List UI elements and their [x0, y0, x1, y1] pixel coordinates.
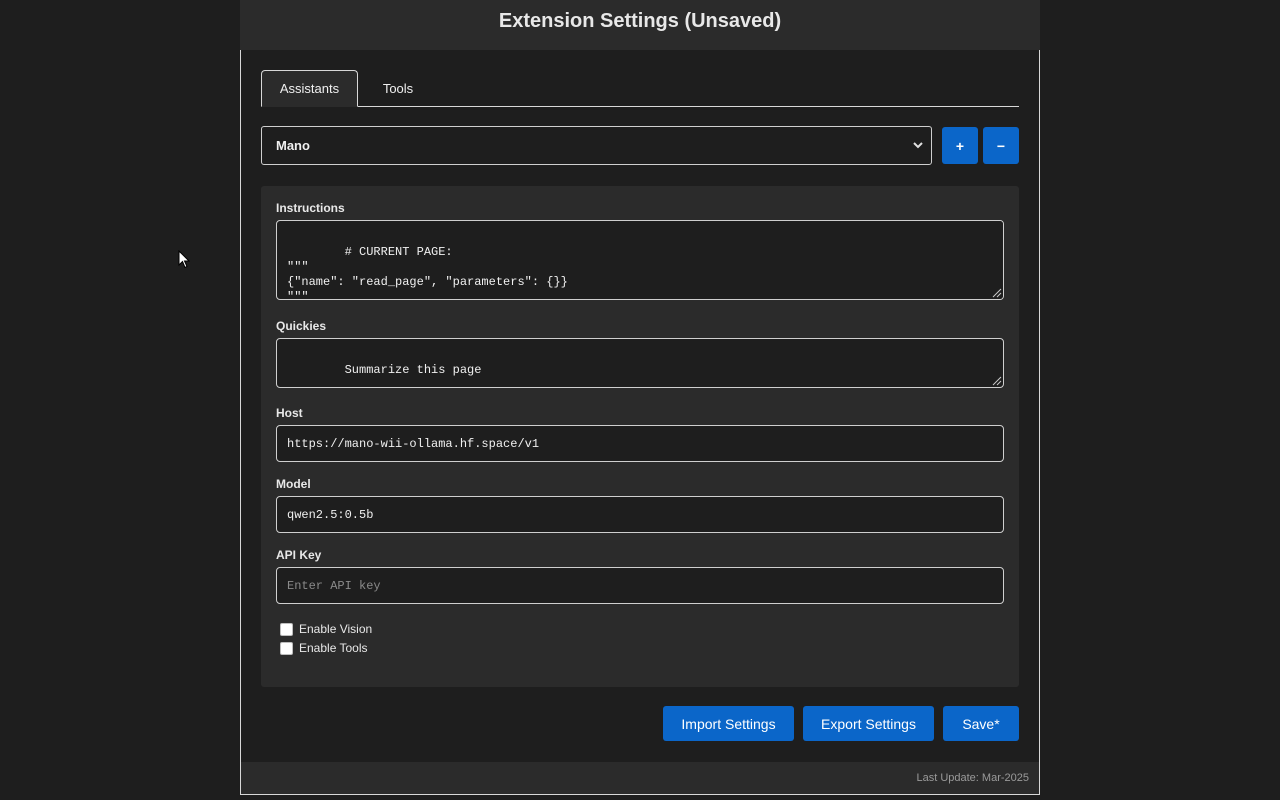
- host-label: Host: [276, 406, 303, 420]
- model-input[interactable]: qwen2.5:0.5b: [276, 496, 1004, 533]
- import-settings-button[interactable]: Import Settings: [663, 706, 794, 741]
- enable-vision-row[interactable]: Enable Vision: [280, 622, 372, 636]
- add-assistant-button[interactable]: +: [942, 127, 978, 164]
- footer: Last Update: Mar-2025: [241, 762, 1039, 794]
- assistant-select[interactable]: Mano: [261, 126, 932, 165]
- tab-assistants[interactable]: Assistants: [261, 70, 358, 107]
- settings-panel: Extension Settings (Unsaved) Assistants …: [240, 0, 1040, 795]
- model-value: qwen2.5:0.5b: [287, 507, 374, 522]
- assistant-select-value: Mano: [276, 138, 310, 153]
- enable-tools-label: Enable Tools: [299, 641, 368, 655]
- settings-header: Extension Settings (Unsaved): [240, 0, 1040, 51]
- api-key-placeholder: Enter API key: [287, 578, 381, 593]
- export-settings-button[interactable]: Export Settings: [803, 706, 934, 741]
- chevron-down-icon: [913, 142, 923, 149]
- quickies-label: Quickies: [276, 319, 327, 333]
- assistant-select-row: Mano + −: [261, 126, 1019, 166]
- tab-bar: Assistants Tools: [261, 70, 1019, 107]
- resize-grip-icon[interactable]: [990, 286, 1002, 298]
- quickies-textarea[interactable]: Summarize this page: [276, 338, 1004, 388]
- save-button[interactable]: Save*: [943, 706, 1019, 741]
- api-key-label: API Key: [276, 548, 322, 562]
- assistant-form: Instructions # CURRENT PAGE: """ {"name"…: [261, 186, 1019, 687]
- enable-tools-checkbox[interactable]: [280, 641, 293, 655]
- settings-body: Assistants Tools Mano + − Instructions #…: [240, 50, 1040, 795]
- model-label: Model: [276, 477, 311, 491]
- instructions-text: # CURRENT PAGE: """ {"name": "read_page"…: [287, 245, 568, 300]
- instructions-label: Instructions: [276, 201, 345, 215]
- enable-tools-row[interactable]: Enable Tools: [280, 641, 368, 655]
- tab-tools[interactable]: Tools: [363, 70, 433, 106]
- instructions-textarea[interactable]: # CURRENT PAGE: """ {"name": "read_page"…: [276, 220, 1004, 300]
- resize-grip-icon[interactable]: [990, 374, 1002, 386]
- api-key-input[interactable]: Enter API key: [276, 567, 1004, 604]
- enable-vision-checkbox[interactable]: [280, 622, 293, 636]
- enable-vision-label: Enable Vision: [299, 622, 373, 636]
- mouse-cursor-icon: [178, 250, 190, 269]
- host-input[interactable]: https://mano-wii-ollama.hf.space/v1: [276, 425, 1004, 462]
- last-update-text: Last Update: Mar-2025: [916, 772, 1029, 784]
- host-value: https://mano-wii-ollama.hf.space/v1: [287, 436, 540, 451]
- quickies-text: Summarize this page: [344, 363, 482, 377]
- remove-assistant-button[interactable]: −: [983, 127, 1019, 164]
- page-title: Extension Settings (Unsaved): [498, 9, 782, 32]
